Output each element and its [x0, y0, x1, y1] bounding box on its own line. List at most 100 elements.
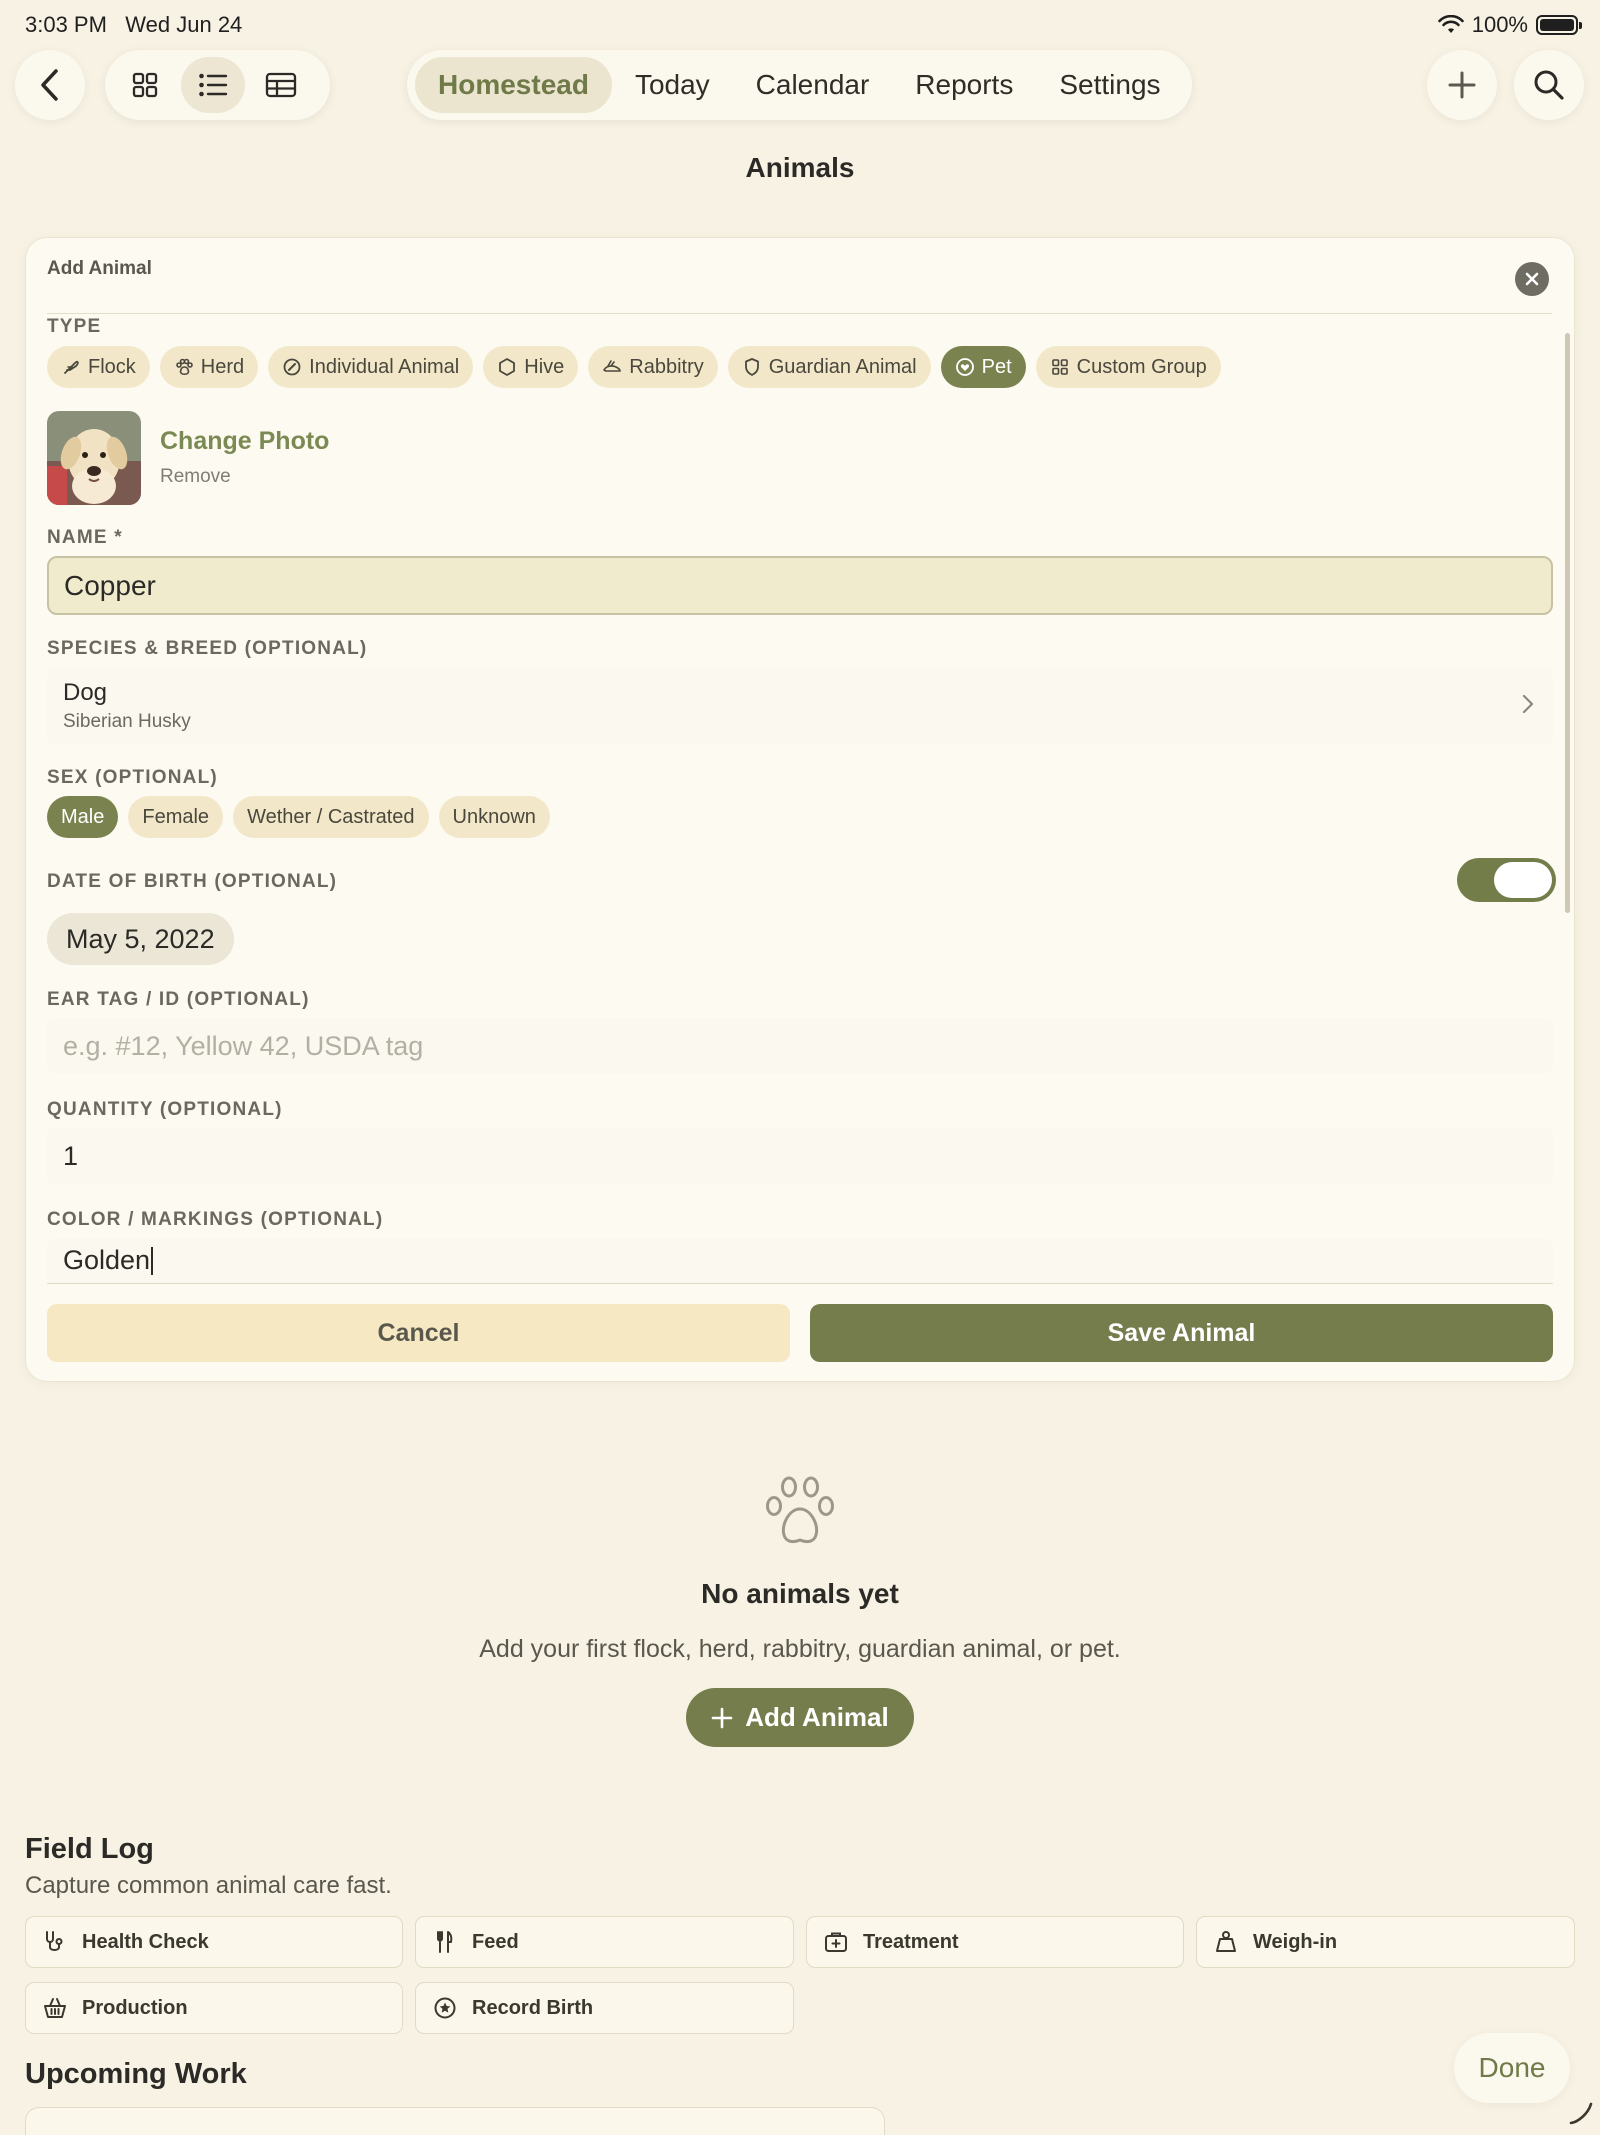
- table-view-button[interactable]: [249, 57, 313, 113]
- log-record-birth-button[interactable]: Record Birth: [415, 1982, 794, 2034]
- name-label: NAME *: [47, 527, 123, 548]
- close-form-button[interactable]: [1515, 262, 1549, 296]
- medical-kit-icon: [825, 1932, 847, 1952]
- main-nav-tabs: Homestead Today Calendar Reports Setting…: [407, 50, 1192, 120]
- log-weigh-in-button[interactable]: Weigh-in: [1196, 1916, 1575, 1968]
- shield-icon: [744, 358, 759, 376]
- battery-percent: 100%: [1471, 12, 1528, 37]
- type-chip-pet[interactable]: Pet: [940, 346, 1026, 388]
- type-chip-label: Guardian Animal: [768, 355, 917, 378]
- grid-icon: [132, 72, 158, 98]
- tab-calendar[interactable]: Calendar: [733, 57, 893, 113]
- upcoming-work-card: [25, 2107, 885, 2135]
- breed-value: Siberian Husky: [63, 711, 191, 732]
- text-cursor: [151, 1246, 154, 1275]
- add-animal-button[interactable]: Add Animal: [686, 1688, 914, 1747]
- list-view-button[interactable]: [181, 57, 245, 113]
- type-chip-label: Pet: [981, 355, 1012, 378]
- cancel-button[interactable]: Cancel: [47, 1304, 790, 1362]
- quantity-label: QUANTITY (OPTIONAL): [47, 1099, 283, 1120]
- sex-chip-female[interactable]: Female: [128, 796, 224, 838]
- color-input[interactable]: Golden: [47, 1238, 1553, 1284]
- plus-icon: [711, 1707, 733, 1728]
- log-production-button[interactable]: Production: [25, 1982, 403, 2034]
- add-animal-header: Add Animal: [47, 258, 152, 279]
- keyboard-done-button[interactable]: Done: [1454, 2033, 1570, 2103]
- search-icon: [1534, 70, 1564, 100]
- status-bar-right: 100%: [1437, 12, 1582, 38]
- empty-state-subtitle: Add your first flock, herd, rabbitry, gu…: [479, 1635, 1121, 1663]
- log-label: Weigh-in: [1253, 1930, 1338, 1953]
- ear-tag-input[interactable]: e.g. #12, Yellow 42, USDA tag: [47, 1018, 1553, 1074]
- color-value: Golden: [63, 1245, 151, 1275]
- search-button[interactable]: [1514, 50, 1584, 120]
- quantity-value: 1: [63, 1140, 79, 1171]
- log-treatment-button[interactable]: Treatment: [806, 1916, 1184, 1968]
- hexagon-icon: [499, 358, 516, 376]
- type-chip-guardian-animal[interactable]: Guardian Animal: [727, 346, 931, 388]
- sex-chip-wether[interactable]: Wether / Castrated: [233, 796, 429, 838]
- status-bar-time: 3:03 PM Wed Jun 24: [25, 12, 242, 38]
- back-button[interactable]: [15, 50, 85, 120]
- chevron-right-icon: [1522, 694, 1534, 714]
- color-label: COLOR / MARKINGS (OPTIONAL): [47, 1209, 384, 1230]
- name-input[interactable]: Copper: [47, 556, 1553, 615]
- header-divider: [47, 313, 1552, 314]
- field-log-subtitle: Capture common animal care fast.: [25, 1872, 392, 1899]
- tab-today[interactable]: Today: [612, 57, 733, 113]
- status-date: Wed Jun 24: [125, 12, 243, 37]
- tab-settings[interactable]: Settings: [1036, 57, 1183, 113]
- field-log-title: Field Log: [25, 1833, 154, 1865]
- dob-date-picker[interactable]: May 5, 2022: [47, 913, 234, 965]
- log-label: Production: [82, 1996, 188, 2019]
- quantity-input[interactable]: 1: [47, 1128, 1553, 1184]
- sex-chip-male[interactable]: Male: [47, 796, 119, 838]
- type-chip-herd[interactable]: Herd: [159, 346, 259, 388]
- fork-knife-icon: [437, 1931, 453, 1953]
- type-label: TYPE: [47, 316, 102, 337]
- type-chip-rabbitry[interactable]: Rabbitry: [588, 346, 718, 388]
- form-scrollbar[interactable]: [1565, 333, 1570, 913]
- log-health-check-button[interactable]: Health Check: [25, 1916, 403, 1968]
- upcoming-work-title: Upcoming Work: [25, 2058, 247, 2090]
- animal-photo[interactable]: [47, 411, 141, 505]
- dog-photo-image: [47, 411, 141, 505]
- grid-view-button[interactable]: [113, 57, 177, 113]
- weight-icon: [1216, 1931, 1236, 1952]
- dob-toggle[interactable]: [1457, 858, 1556, 902]
- type-chip-label: Rabbitry: [629, 355, 704, 378]
- tab-homestead[interactable]: Homestead: [415, 57, 612, 113]
- type-chip-hive[interactable]: Hive: [483, 346, 579, 388]
- resize-handle-icon[interactable]: [1568, 2100, 1594, 2126]
- ear-tag-placeholder: e.g. #12, Yellow 42, USDA tag: [63, 1030, 424, 1061]
- sex-chip-unknown[interactable]: Unknown: [438, 796, 550, 838]
- feather-icon: [64, 360, 79, 374]
- dob-label: DATE OF BIRTH (OPTIONAL): [47, 871, 338, 892]
- add-button[interactable]: [1427, 50, 1497, 120]
- type-chip-label: Individual Animal: [309, 355, 460, 378]
- ear-tag-label: EAR TAG / ID (OPTIONAL): [47, 989, 310, 1010]
- page-title: Animals: [745, 152, 855, 183]
- save-animal-button[interactable]: Save Animal: [810, 1304, 1553, 1362]
- log-label: Treatment: [863, 1930, 959, 1953]
- status-time: 3:03 PM: [25, 12, 107, 37]
- log-label: Record Birth: [472, 1996, 594, 2019]
- change-photo-button[interactable]: Change Photo: [160, 427, 329, 456]
- sex-chip-row: Male Female Wether / Castrated Unknown: [47, 796, 550, 838]
- heart-icon: [955, 358, 974, 376]
- battery-icon: [1536, 15, 1582, 35]
- plus-icon: [1448, 71, 1476, 99]
- table-icon: [265, 72, 297, 98]
- log-feed-button[interactable]: Feed: [415, 1916, 794, 1968]
- paw-icon: [175, 358, 193, 376]
- tab-reports[interactable]: Reports: [892, 57, 1036, 113]
- type-chip-label: Flock: [88, 355, 136, 378]
- type-chip-flock[interactable]: Flock: [47, 346, 150, 388]
- type-chip-individual-animal[interactable]: Individual Animal: [268, 346, 474, 388]
- species-breed-picker[interactable]: Dog Siberian Husky: [47, 668, 1553, 744]
- type-chip-label: Hive: [524, 355, 565, 378]
- remove-photo-button[interactable]: Remove: [160, 466, 231, 488]
- species-value: Dog: [63, 679, 108, 706]
- grid-icon: [1051, 359, 1068, 375]
- type-chip-custom-group[interactable]: Custom Group: [1035, 346, 1221, 388]
